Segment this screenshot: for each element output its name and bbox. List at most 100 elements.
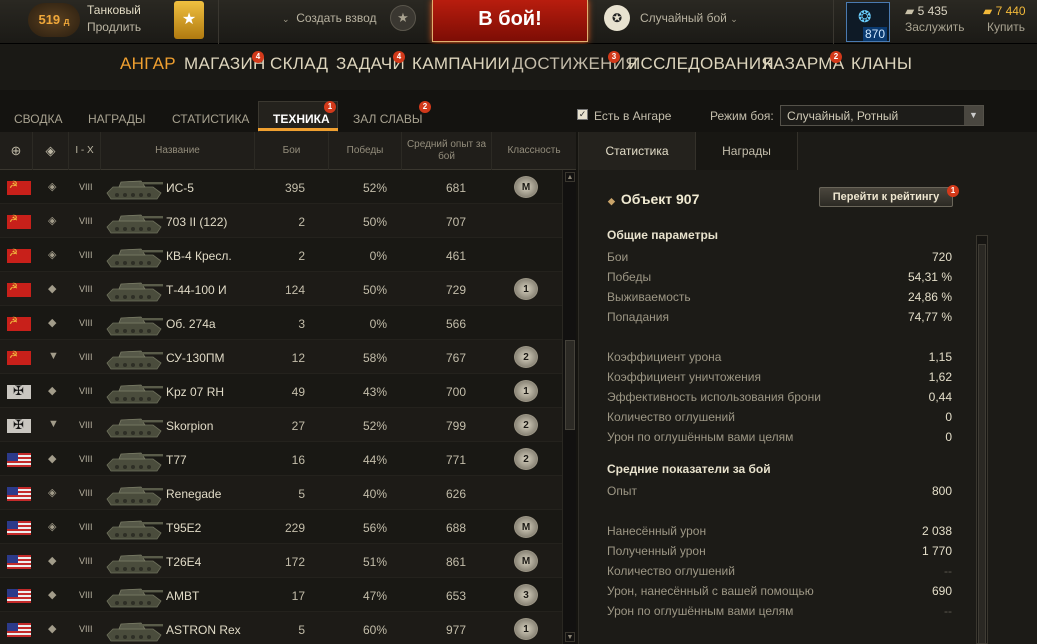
scroll-down-icon[interactable]: ▼ [565,632,575,642]
stat-value: 0,44 [928,390,952,404]
vehicle-type-icon: ◈ [48,521,57,533]
nav-campaigns[interactable]: КАМПАНИИ [412,54,510,74]
go-to-rating-button[interactable]: Перейти к рейтингу [819,187,953,207]
table-row[interactable]: ◈ VIII КВ-4 Кресл. 2 0% 461 [0,238,562,272]
vehicle-win-rate: 50% [362,283,387,297]
mastery-badge-icon: M [514,176,538,198]
tab-hall-of-fame-badge: 2 [419,101,431,113]
table-row[interactable]: ◈ VIII 703 II (122) 2 50% 707 [0,204,562,238]
vehicle-win-rate: 50% [362,215,387,229]
tab-statistics[interactable]: СТАТИСТИКА [172,112,249,126]
table-row[interactable]: ▼ VIII СУ-130ПМ 12 58% 767 2 [0,340,562,374]
vehicle-type-icon: ◈ [48,215,57,227]
dropdown-arrow-icon[interactable]: ▼ [964,106,983,125]
table-row[interactable]: ◆ VIII AMBT 17 47% 653 3 [0,578,562,612]
sort-battles-header[interactable]: Бои [255,132,329,170]
nav-clans[interactable]: КЛАНЫ [851,54,912,74]
mastery-badge-icon: 2 [514,414,538,436]
table-row[interactable]: ◈ VIII ИС-5 395 52% 681 M [0,170,562,204]
vehicle-battles: 5 [298,623,305,637]
rewards-box[interactable]: ❂ 870 [846,2,890,42]
in-hangar-label: Есть в Ангаре [594,109,672,123]
vehicle-name: ИС-5 [166,181,194,195]
vehicle-tier: VIII [79,488,93,498]
scrollbar-thumb[interactable] [978,244,986,644]
premium-extend-link[interactable]: Продлить [87,20,141,34]
tank-icon [106,316,163,336]
platoon-star-icon[interactable]: ★ [390,5,416,31]
tank-icon [106,214,163,234]
battle-mode-label: Случайный бой [640,11,727,25]
battle-mode-selector[interactable]: Случайный бой ⌄ [640,11,738,25]
shop-bag-icon[interactable]: ★ [174,1,204,39]
stat-value: 1,62 [928,370,952,384]
sort-type-header[interactable]: ◈ [33,132,69,170]
nav-missions-badge: 4 [393,51,405,63]
vehicle-tier: VIII [79,624,93,634]
battle-button[interactable]: В бой! [432,0,588,42]
create-platoon-button[interactable]: ⌄ Создать взвод [282,11,377,25]
nav-storage[interactable]: СКЛАД [270,54,328,74]
table-row[interactable]: ◆ VIII T26E4 172 51% 861 M [0,544,562,578]
battle-mode-icon[interactable]: ✪ [604,5,630,31]
premium-days-unit: д [63,16,70,26]
tank-icon [106,384,163,404]
vehicle-win-rate: 47% [362,589,387,603]
sort-avg-exp-header[interactable]: Средний опыт за бой [402,132,492,170]
vehicle-type-icon: ◆ [48,555,57,567]
vehicle-tier: VIII [79,386,93,396]
sort-tier-header[interactable]: I - X [69,132,101,170]
table-row[interactable]: ▼ VIII Skorpion 27 52% 799 2 [0,408,562,442]
tab-vehicle-awards[interactable]: Награды [696,132,798,170]
premium-days-badge[interactable]: 519 д [28,3,80,37]
stat-label: Количество оглушений [607,410,735,424]
tab-summary[interactable]: СВОДКА [14,112,62,126]
buy-link[interactable]: Купить [987,20,1025,34]
vehicle-name: Renegade [166,487,222,501]
mastery-badge-icon: 1 [514,618,538,640]
vehicle-table-header: ⊕ ◈ I - X Название Бои Победы Средний оп… [0,132,576,170]
tab-vehicles[interactable]: ТЕХНИКА [273,112,330,126]
sort-name-header[interactable]: Название [101,132,255,170]
table-row[interactable]: ◆ VIII Kpz 07 RH 49 43% 700 1 [0,374,562,408]
sort-nation-header[interactable]: ⊕ [0,132,33,170]
nation-flag-icon [7,248,31,263]
vehicle-tier: VIII [79,556,93,566]
in-hangar-checkbox[interactable]: ✓ [577,109,588,120]
nav-research[interactable]: ИССЛЕДОВАНИЯ [628,54,774,74]
rating-badge: 1 [947,185,959,197]
table-row[interactable]: ◈ VIII Renegade 5 40% 626 [0,476,562,510]
stat-value: 24,86 % [907,290,952,304]
gold-balance: ▰ 7 440 [983,4,1026,18]
table-scrollbar[interactable]: ▲ ▼ [562,170,576,644]
tab-hall-of-fame[interactable]: ЗАЛ СЛАВЫ [353,112,423,126]
table-row[interactable]: ◆ VIII T77 16 44% 771 2 [0,442,562,476]
table-row[interactable]: ◆ VIII Об. 274а 3 0% 566 [0,306,562,340]
tank-icon [106,248,163,268]
battle-mode-dropdown[interactable]: Случайный, Ротный ▼ [780,105,984,126]
tab-vehicle-statistics[interactable]: Статистика [579,132,696,170]
stat-label: Полученный урон [607,544,706,558]
earn-link[interactable]: Заслужить [905,20,965,34]
vehicle-win-rate: 40% [362,487,387,501]
sort-mastery-header[interactable]: Классность [492,132,576,170]
scroll-up-icon[interactable]: ▲ [565,172,575,182]
table-row[interactable]: ◈ VIII T95E2 229 56% 688 M [0,510,562,544]
sort-wins-header[interactable]: Победы [329,132,402,170]
vehicle-tier: VIII [79,318,93,328]
vehicle-type-icon: ◆ [48,453,57,465]
details-scrollbar[interactable] [976,235,988,644]
vehicle-type-icon: ◆ [48,385,57,397]
table-row[interactable]: ◆ VIII Т-44-100 И 124 50% 729 1 [0,272,562,306]
credits-icon: ▰ [905,4,915,18]
nav-hangar[interactable]: АНГАР [120,54,176,74]
table-row[interactable]: ◆ VIII ASTRON Rex 5 60% 977 1 [0,612,562,644]
vehicle-type-icon: ▼ [48,418,59,430]
credits-value: 5 435 [917,4,948,18]
mastery-badge-icon: 1 [514,278,538,300]
tab-vehicles-badge: 1 [324,101,336,113]
scrollbar-thumb[interactable] [565,340,575,430]
stat-value: 1,15 [928,350,952,364]
tab-awards[interactable]: НАГРАДЫ [88,112,146,126]
nation-flag-icon [7,623,31,637]
